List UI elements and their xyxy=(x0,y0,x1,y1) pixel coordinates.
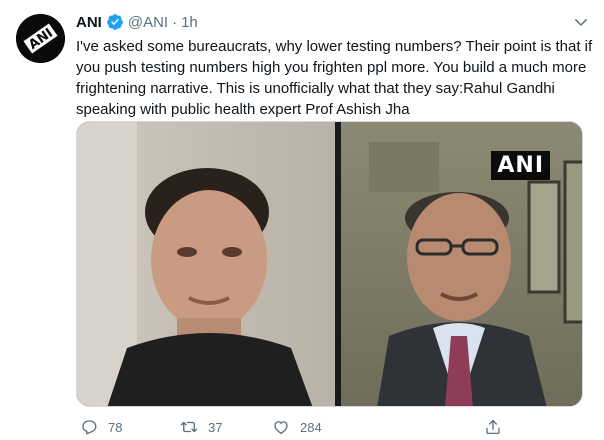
like-count: 284 xyxy=(300,419,322,435)
heart-icon xyxy=(274,421,288,435)
author-handle[interactable]: @ANI xyxy=(128,14,168,31)
author-name[interactable]: ANI xyxy=(76,14,102,31)
tweet-header: ANI @ANI · 1h xyxy=(76,12,198,32)
share-icon xyxy=(486,419,500,435)
tweet-card[interactable]: ANI ANI @ANI · 1h I've asked some bureau… xyxy=(0,0,604,440)
tweet-actions: 78 37 284 xyxy=(76,416,516,438)
retweet-count: 37 xyxy=(208,419,223,435)
like-button[interactable]: 284 xyxy=(272,418,322,436)
video-thumbnail[interactable]: ANI xyxy=(76,121,583,407)
reply-icon xyxy=(82,420,97,435)
timestamp[interactable]: 1h xyxy=(181,14,198,31)
avatar[interactable]: ANI xyxy=(16,14,65,63)
reply-button[interactable]: 78 xyxy=(80,418,122,436)
retweet-button[interactable]: 37 xyxy=(180,418,222,436)
separator-dot: · xyxy=(172,13,178,31)
verified-badge-icon xyxy=(106,14,123,30)
retweet-icon xyxy=(180,421,198,433)
reply-count: 78 xyxy=(108,419,123,435)
tweet-text: I've asked some bureaucrats, why lower t… xyxy=(76,38,593,118)
chevron-down-icon[interactable] xyxy=(572,13,590,31)
ani-watermark: ANI xyxy=(491,151,550,180)
share-button[interactable] xyxy=(484,418,502,436)
